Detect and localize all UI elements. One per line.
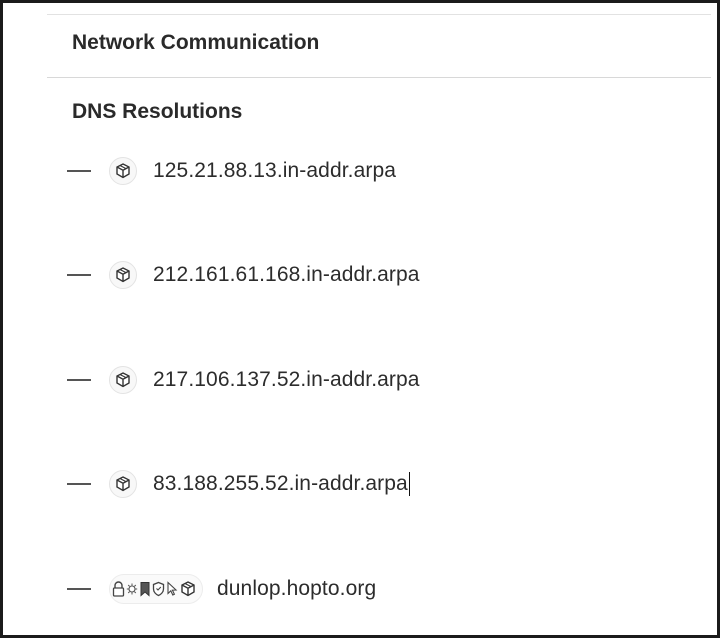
lock-icon	[112, 581, 125, 597]
collapse-dash-icon[interactable]	[67, 274, 91, 276]
list-item[interactable]: 83.188.255.52.in-addr.arpa	[67, 468, 410, 500]
cube-icon	[109, 470, 137, 498]
collapse-dash-icon[interactable]	[67, 379, 91, 381]
list-item[interactable]: dunlop.hopto.org	[67, 573, 376, 605]
section-title: Network Communication	[72, 31, 320, 54]
dns-hostname[interactable]: 83.188.255.52.in-addr.arpa	[153, 471, 410, 497]
dns-hostname[interactable]: dunlop.hopto.org	[217, 577, 376, 601]
dns-hostname[interactable]: 125.21.88.13.in-addr.arpa	[153, 159, 396, 183]
list-item[interactable]: 212.161.61.168.in-addr.arpa	[67, 259, 420, 291]
list-item[interactable]: 125.21.88.13.in-addr.arpa	[67, 155, 396, 187]
indicator-icon-strip	[109, 574, 203, 604]
list-item[interactable]: 217.106.137.52.in-addr.arpa	[67, 364, 420, 396]
collapse-dash-icon[interactable]	[67, 170, 91, 172]
dns-hostname[interactable]: 217.106.137.52.in-addr.arpa	[153, 368, 420, 392]
dns-hostname-text: 83.188.255.52.in-addr.arpa	[153, 471, 408, 495]
collapse-dash-icon[interactable]	[67, 483, 91, 485]
panel-frame: Network Communication DNS Resolutions 12…	[0, 0, 720, 638]
cube-icon	[179, 580, 197, 598]
text-cursor	[408, 472, 410, 497]
cube-icon	[109, 261, 137, 289]
dns-hostname[interactable]: 212.161.61.168.in-addr.arpa	[153, 263, 420, 287]
collapse-dash-icon[interactable]	[67, 588, 91, 590]
top-divider	[47, 14, 711, 15]
subsection-title: DNS Resolutions	[72, 100, 243, 123]
cube-icon	[109, 366, 137, 394]
virus-icon	[126, 582, 138, 596]
section-divider	[47, 77, 711, 78]
shield-icon	[152, 581, 165, 597]
cube-icon	[109, 157, 137, 185]
cursor-icon	[166, 581, 178, 597]
bookmark-icon	[139, 581, 151, 597]
